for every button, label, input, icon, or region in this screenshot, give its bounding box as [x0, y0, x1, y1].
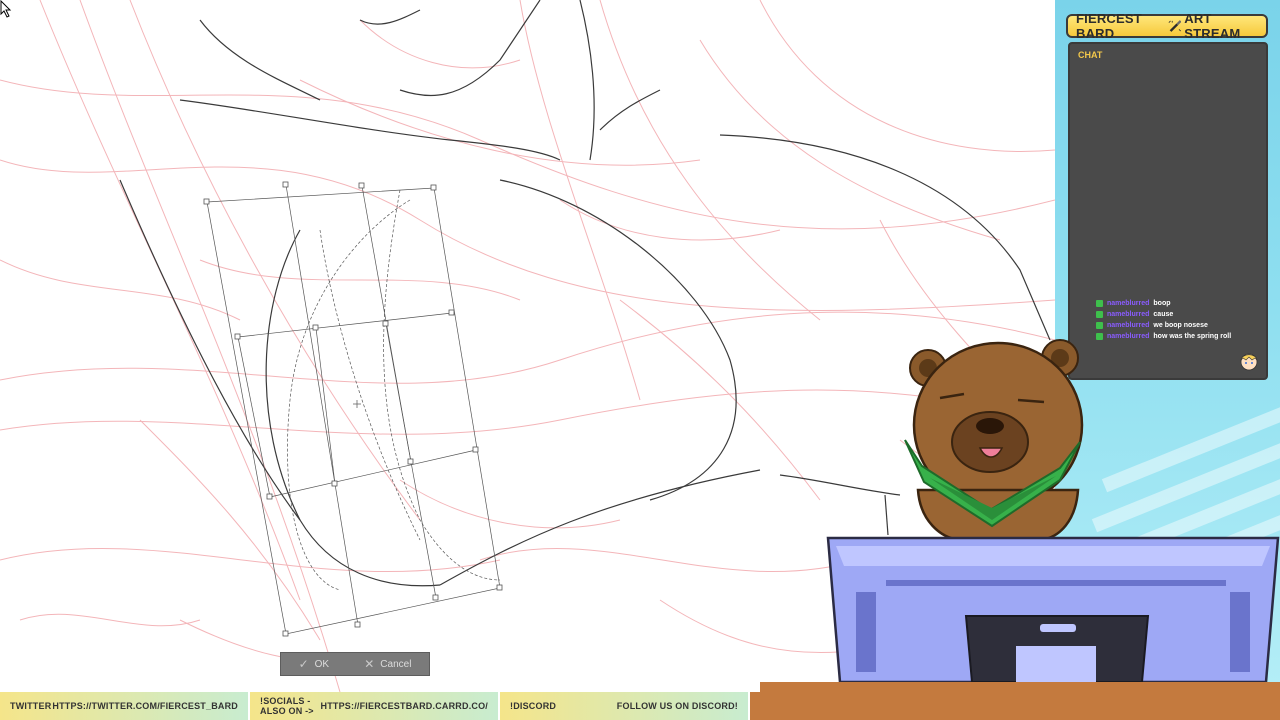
ticker-discord: !DISCORD FOLLOW US ON DISCORD!: [500, 692, 750, 720]
ticker-twitter: TWITTER HTTPS://TWITTER.COM/FIERCEST_BAR…: [0, 692, 250, 720]
transform-confirm-bar: ✓ OK ✕ Cancel: [280, 652, 430, 676]
ticker-value: HTTPS://FIERCESTBARD.CARRD.CO/: [320, 701, 488, 711]
ok-button[interactable]: ✓ OK: [299, 657, 330, 671]
chat-username: nameblurred: [1107, 300, 1150, 307]
computer-monitor: [826, 536, 1280, 684]
ticker-label: TWITTER: [10, 701, 52, 711]
chat-text: we boop nosese: [1153, 322, 1208, 329]
cancel-label: Cancel: [380, 658, 412, 670]
chat-message: nameblurred cause: [1096, 309, 1266, 320]
ticker-value: FOLLOW US ON DISCORD!: [616, 701, 738, 711]
paintbrush-icon: [1168, 20, 1182, 32]
ticker-label: !SOCIALS - ALSO ON ->: [260, 696, 314, 716]
chat-username: nameblurred: [1107, 333, 1150, 340]
verified-icon: [1096, 322, 1103, 329]
chat-username: nameblurred: [1107, 322, 1150, 329]
check-icon: ✓: [298, 657, 309, 671]
ticker-label: !DISCORD: [510, 701, 557, 711]
capybara-mascot: [904, 339, 1084, 540]
close-icon: ✕: [364, 657, 375, 671]
cancel-button[interactable]: ✕ Cancel: [364, 657, 411, 671]
verified-icon: [1096, 300, 1103, 307]
stream-header: FIERCEST BARD ART STREAM: [1066, 11, 1268, 41]
chat-message: nameblurred how was the spring roll: [1096, 331, 1266, 342]
chat-username: nameblurred: [1107, 311, 1150, 318]
streamer-name: FIERCEST BARD: [1076, 11, 1142, 41]
ok-label: OK: [314, 658, 330, 670]
ticker-value: HTTPS://TWITTER.COM/FIERCEST_BARD: [52, 701, 238, 711]
stream-type-label: ART STREAM: [1184, 11, 1241, 41]
chat-message: nameblurred we boop nosese: [1096, 320, 1266, 331]
social-links-ticker: TWITTER HTTPS://TWITTER.COM/FIERCEST_BAR…: [0, 692, 1280, 720]
desk-surface: [760, 682, 1280, 692]
verified-icon: [1096, 333, 1103, 340]
chat-message: nameblurred boop: [1096, 298, 1266, 309]
mouse-cursor-icon: [0, 0, 12, 18]
ticker-spacer: [750, 692, 1280, 720]
verified-icon: [1096, 311, 1103, 318]
chat-text: how was the spring roll: [1153, 333, 1232, 340]
chat-title: CHAT: [1078, 50, 1103, 60]
chat-panel: CHAT nameblurred boop nameblurred cause …: [1068, 42, 1268, 380]
chat-message-list: nameblurred boop nameblurred cause nameb…: [1096, 298, 1266, 342]
chat-text: cause: [1153, 311, 1174, 318]
chibi-avatar-icon: [1240, 353, 1258, 371]
ticker-socials: !SOCIALS - ALSO ON -> HTTPS://FIERCESTBA…: [250, 692, 500, 720]
chat-text: boop: [1153, 300, 1171, 307]
